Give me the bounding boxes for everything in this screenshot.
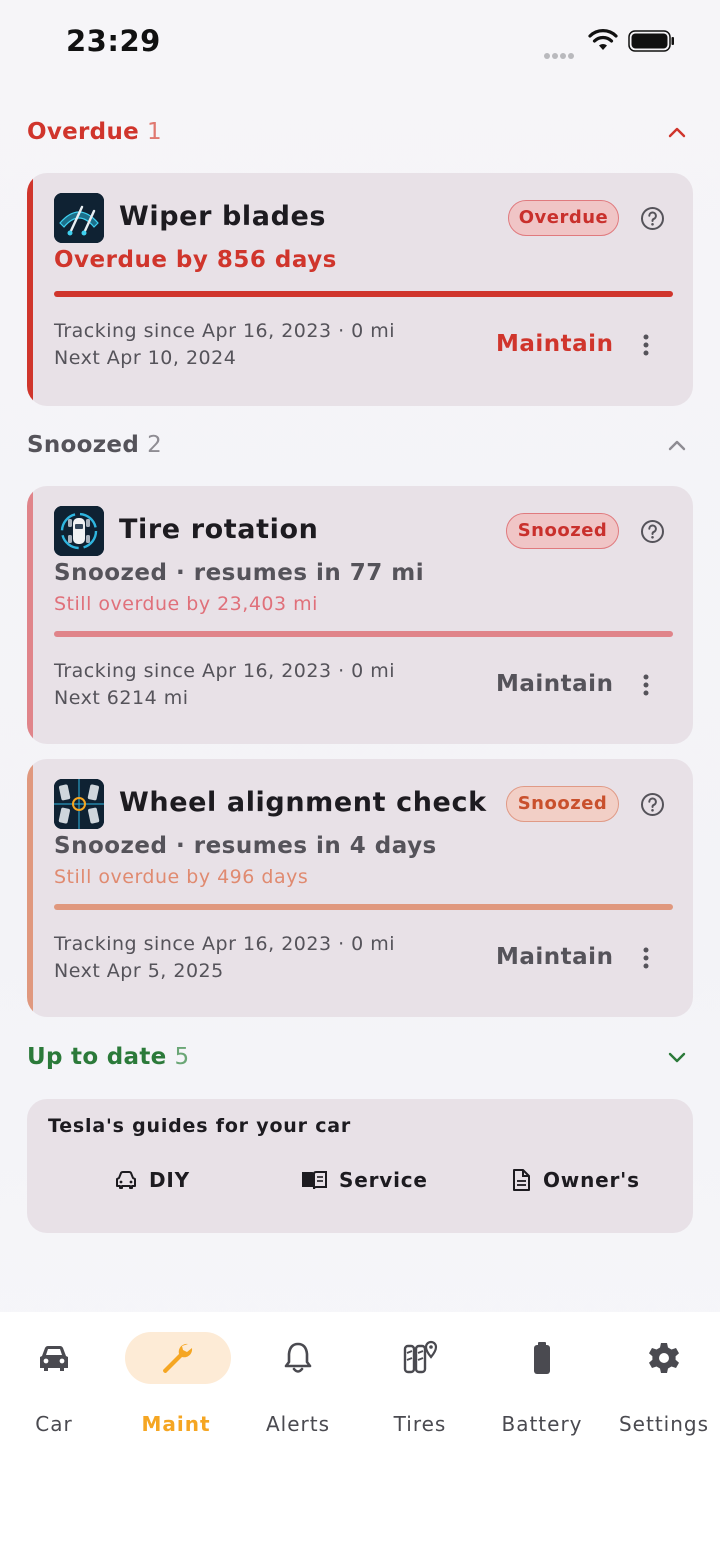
car-icon — [116, 1171, 136, 1189]
wifi-icon — [588, 29, 618, 50]
maintain-button[interactable]: Maintain — [496, 944, 613, 970]
tire-rotation-icon — [54, 506, 104, 556]
section-count: 1 — [147, 119, 162, 145]
maintain-button[interactable]: Maintain — [496, 331, 613, 357]
nav-label: Settings — [618, 1412, 710, 1436]
help-icon[interactable] — [640, 519, 665, 544]
wiper-icon — [54, 193, 104, 243]
tracking-since: Tracking since Apr 16, 2023 · 0 mi — [54, 660, 396, 682]
maintenance-card-wiper-blades[interactable]: Wiper blades Overdue Overdue by 856 days… — [27, 173, 693, 406]
more-vertical-icon[interactable] — [636, 671, 656, 699]
status-badge: Overdue — [508, 200, 619, 236]
section-title: Snoozed 2 — [27, 432, 162, 458]
guides-title: Tesla's guides for your car — [48, 1115, 352, 1137]
section-title-label: Overdue — [27, 119, 140, 145]
status-bar: 23:29 — [0, 0, 720, 80]
tracking-since: Tracking since Apr 16, 2023 · 0 mi — [54, 933, 396, 955]
status-line: Snoozed · resumes in 77 mi — [54, 560, 425, 586]
card-accent-stripe — [27, 173, 33, 406]
nav-item-battery[interactable]: Battery — [482, 1332, 602, 1442]
nav-label: Maint — [141, 1412, 211, 1436]
document-icon — [513, 1169, 530, 1191]
progress-bar — [54, 904, 673, 910]
wrench-icon — [163, 1343, 193, 1373]
nav-label: Alerts — [265, 1412, 331, 1436]
status-badge: Snoozed — [506, 786, 619, 822]
nav-label: Car — [35, 1412, 73, 1436]
bell-icon — [284, 1342, 312, 1373]
item-title: Tire rotation — [119, 514, 319, 545]
card-accent-stripe — [27, 486, 33, 744]
section-header-overdue[interactable]: Overdue 1 — [27, 113, 693, 153]
tracking-since: Tracking since Apr 16, 2023 · 0 mi — [54, 320, 396, 342]
guides-card: Tesla's guides for your car DIY Service … — [27, 1099, 693, 1233]
maintenance-card-wheel-alignment[interactable]: Wheel alignment check Snoozed Snoozed · … — [27, 759, 693, 1017]
bottom-navigation: Car Maint Alerts Tires Battery Settings — [0, 1312, 720, 1558]
progress-bar — [54, 631, 673, 637]
book-icon — [302, 1171, 327, 1190]
nav-item-alerts[interactable]: Alerts — [238, 1332, 358, 1442]
overdue-note: Still overdue by 496 days — [54, 866, 309, 888]
status-line: Overdue by 856 days — [54, 247, 337, 273]
signal-icon — [544, 44, 576, 63]
nav-label: Tires — [393, 1412, 447, 1436]
status-time: 23:29 — [66, 24, 161, 58]
nav-item-settings[interactable]: Settings — [604, 1332, 720, 1442]
next-due: Next Apr 5, 2025 — [54, 960, 224, 982]
section-header-snoozed[interactable]: Snoozed 2 — [27, 426, 693, 466]
help-icon[interactable] — [640, 792, 665, 817]
gear-icon — [649, 1343, 679, 1373]
car-icon — [40, 1346, 68, 1371]
tires-icon — [403, 1340, 438, 1374]
status-badge: Snoozed — [506, 513, 619, 549]
service-guide-button[interactable]: Service — [301, 1165, 428, 1195]
nav-item-maint[interactable]: Maint — [116, 1332, 236, 1442]
owners-guide-button[interactable]: Owner's — [511, 1165, 640, 1195]
nav-label: Battery — [501, 1412, 583, 1436]
overdue-note: Still overdue by 23,403 mi — [54, 593, 318, 615]
item-title: Wiper blades — [119, 201, 327, 232]
service-label: Service — [339, 1168, 428, 1192]
section-count: 5 — [174, 1044, 190, 1070]
chevron-up-icon[interactable] — [667, 125, 687, 139]
status-line: Snoozed · resumes in 4 days — [54, 833, 437, 859]
section-header-up-to-date[interactable]: Up to date 5 — [27, 1038, 693, 1078]
diy-label: DIY — [149, 1168, 190, 1192]
more-vertical-icon[interactable] — [636, 944, 656, 972]
battery-status-icon — [628, 30, 674, 52]
chevron-up-icon[interactable] — [667, 438, 687, 452]
section-title-label: Up to date — [27, 1044, 167, 1070]
owners-label: Owner's — [543, 1168, 640, 1192]
card-accent-stripe — [27, 759, 33, 1017]
maintain-button[interactable]: Maintain — [496, 671, 613, 697]
nav-item-tires[interactable]: Tires — [360, 1332, 480, 1442]
section-title-label: Snoozed — [27, 432, 140, 458]
next-due: Next Apr 10, 2024 — [54, 347, 237, 369]
wheel-alignment-icon — [54, 779, 104, 829]
help-icon[interactable] — [640, 206, 665, 231]
progress-bar — [54, 291, 673, 297]
section-title: Overdue 1 — [27, 119, 162, 145]
item-title: Wheel alignment check — [119, 787, 487, 818]
more-vertical-icon[interactable] — [636, 331, 656, 359]
diy-guide-button[interactable]: DIY — [115, 1165, 190, 1195]
nav-item-car[interactable]: Car — [0, 1332, 114, 1442]
maintenance-card-tire-rotation[interactable]: Tire rotation Snoozed Snoozed · resumes … — [27, 486, 693, 744]
next-due: Next 6214 mi — [54, 687, 189, 709]
battery-icon — [534, 1342, 550, 1374]
chevron-down-icon[interactable] — [667, 1050, 687, 1064]
section-title: Up to date 5 — [27, 1044, 189, 1070]
section-count: 2 — [147, 432, 163, 458]
